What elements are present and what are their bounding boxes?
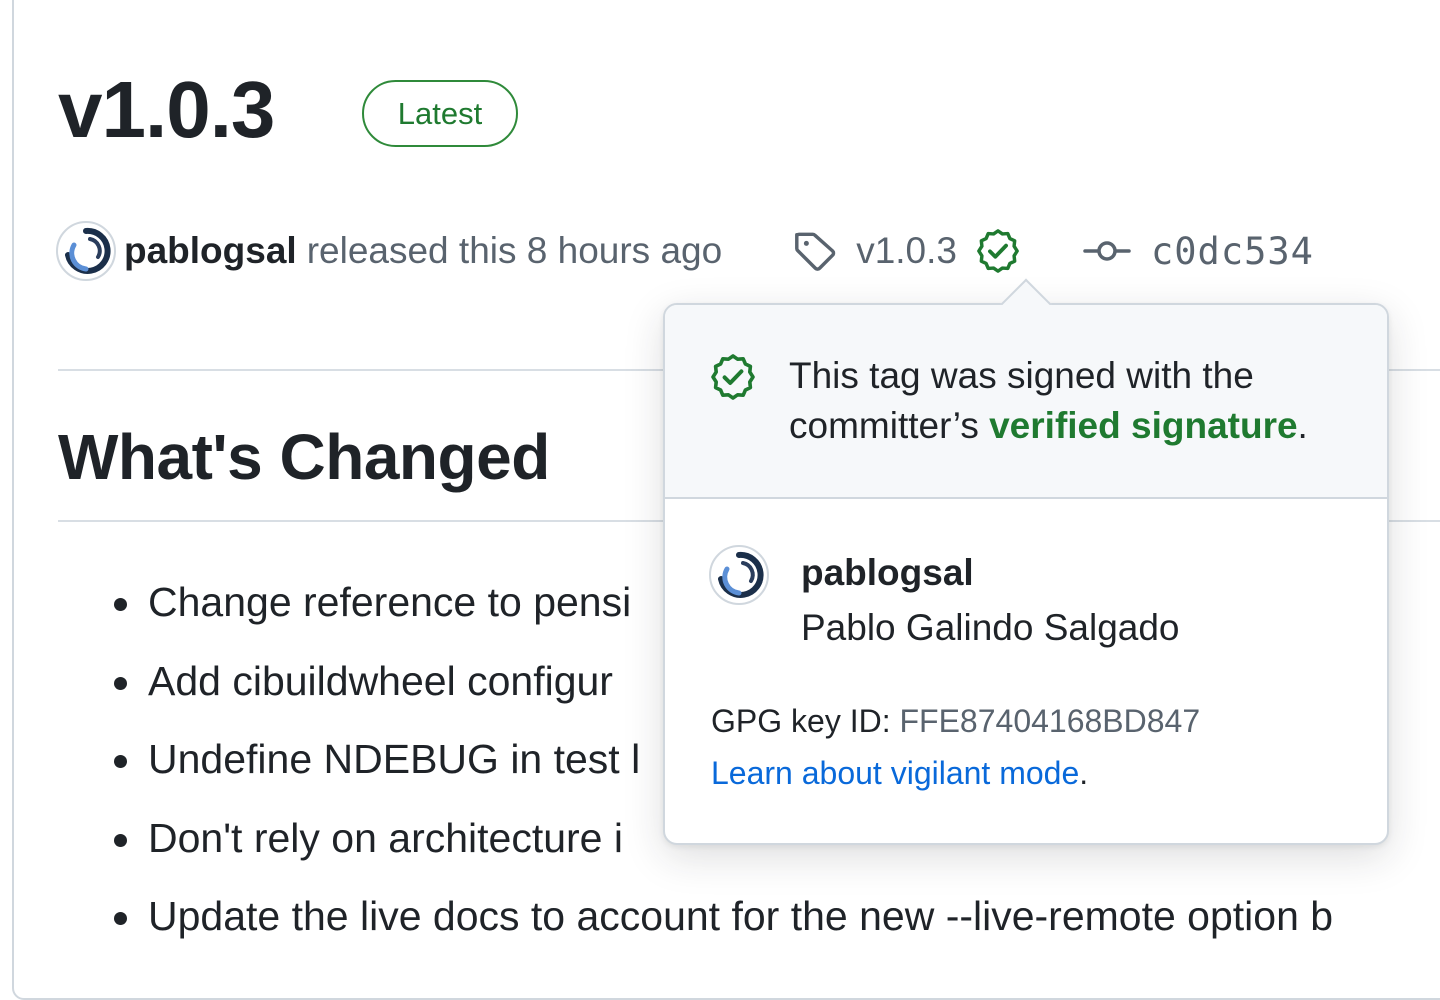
gpg-label: GPG key ID: (711, 703, 900, 739)
gpg-key-id: FFE87404168BD847 (899, 703, 1201, 739)
signature-message: This tag was signed with the committer’s… (789, 351, 1349, 451)
gpg-key-row: GPG key ID: FFE87404168BD847 (711, 703, 1200, 740)
signer-info: pablogsal Pablo Galindo Salgado (709, 545, 1180, 659)
learn-row: Learn about vigilant mode. (711, 755, 1088, 792)
verified-check-icon[interactable] (975, 228, 1021, 274)
popover-header: This tag was signed with the committer’s… (665, 305, 1387, 499)
learn-vigilant-mode-link[interactable]: Learn about vigilant mode (711, 755, 1079, 791)
release-meta: pablogsal released this 8 hours ago v1.0… (56, 220, 1314, 282)
signature-popover: This tag was signed with the committer’s… (663, 278, 1389, 845)
verified-check-icon (709, 353, 757, 406)
learn-period: . (1079, 755, 1089, 791)
signer-avatar[interactable] (709, 545, 769, 605)
release-title[interactable]: v1.0.3 (58, 60, 275, 160)
avatar-icon (61, 226, 111, 276)
signer-name: Pablo Galindo Salgado (801, 607, 1180, 648)
verified-signature-text: verified signature (989, 405, 1298, 446)
tag-link[interactable]: v1.0.3 (856, 230, 957, 272)
latest-badge: Latest (362, 80, 518, 147)
tag-icon (792, 228, 838, 274)
released-text: released this 8 hours ago (306, 230, 723, 271)
commit-link[interactable]: c0dc534 (1151, 230, 1314, 273)
list-item: Update the live docs to account for the … (110, 884, 1333, 963)
author-avatar[interactable] (56, 221, 116, 281)
git-commit-icon (1083, 237, 1131, 265)
message-period: . (1297, 405, 1308, 446)
signer-text: pablogsal Pablo Galindo Salgado (801, 549, 1180, 659)
signer-login[interactable]: pablogsal (801, 549, 1180, 597)
avatar-icon (714, 550, 764, 600)
section-heading: What's Changed (58, 421, 550, 493)
author-link[interactable]: pablogsal (124, 230, 297, 272)
